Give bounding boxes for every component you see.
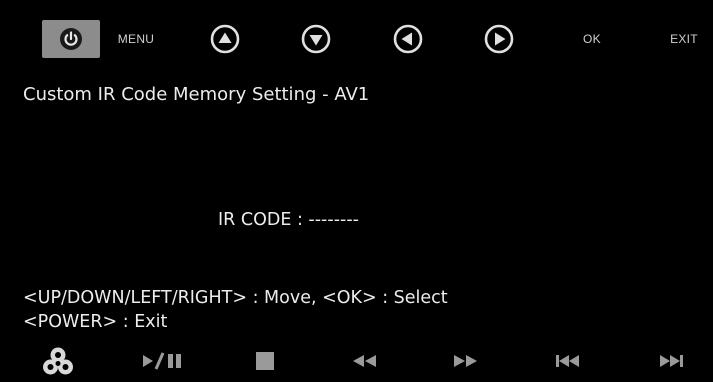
previous-track-button[interactable]: [553, 346, 583, 376]
exit-label: EXIT: [670, 31, 698, 46]
power-icon: [60, 28, 82, 50]
down-button[interactable]: [300, 20, 332, 57]
fast-forward-icon: [454, 355, 477, 367]
rewind-button[interactable]: [350, 346, 380, 376]
menu-label: MENU: [117, 31, 155, 46]
shuffle-button[interactable]: [40, 346, 76, 376]
down-arrow-icon: [301, 24, 331, 53]
play-pause-icon: [143, 352, 181, 370]
power-button[interactable]: [42, 20, 100, 58]
bottom-media-bar: [0, 340, 713, 382]
exit-button[interactable]: EXIT: [662, 20, 706, 57]
play-pause-button[interactable]: [140, 346, 188, 376]
screen-title: Custom IR Code Memory Setting - AV1: [23, 84, 370, 105]
help-text-exit: <POWER> : Exit: [23, 312, 168, 332]
right-button[interactable]: [483, 20, 515, 57]
ok-label: OK: [583, 31, 601, 46]
ok-button[interactable]: OK: [574, 20, 610, 57]
ir-code-display: IR CODE : --------: [218, 210, 359, 230]
help-text-navigation: <UP/DOWN/LEFT/RIGHT> : Move, <OK> : Sele…: [23, 288, 448, 308]
up-button[interactable]: [209, 20, 241, 57]
fast-forward-button[interactable]: [450, 346, 480, 376]
next-track-icon: [660, 355, 683, 367]
left-arrow-icon: [393, 24, 423, 53]
next-track-button[interactable]: [656, 346, 686, 376]
shuffle-icon: [43, 347, 73, 375]
up-arrow-icon: [210, 24, 240, 53]
stop-button[interactable]: [252, 346, 278, 376]
rewind-icon: [353, 355, 376, 367]
top-control-bar: MENU OK EXIT: [0, 0, 713, 78]
left-button[interactable]: [392, 20, 424, 57]
menu-button[interactable]: MENU: [112, 20, 160, 57]
stop-icon: [256, 352, 274, 370]
previous-track-icon: [556, 355, 579, 367]
right-arrow-icon: [484, 24, 514, 53]
